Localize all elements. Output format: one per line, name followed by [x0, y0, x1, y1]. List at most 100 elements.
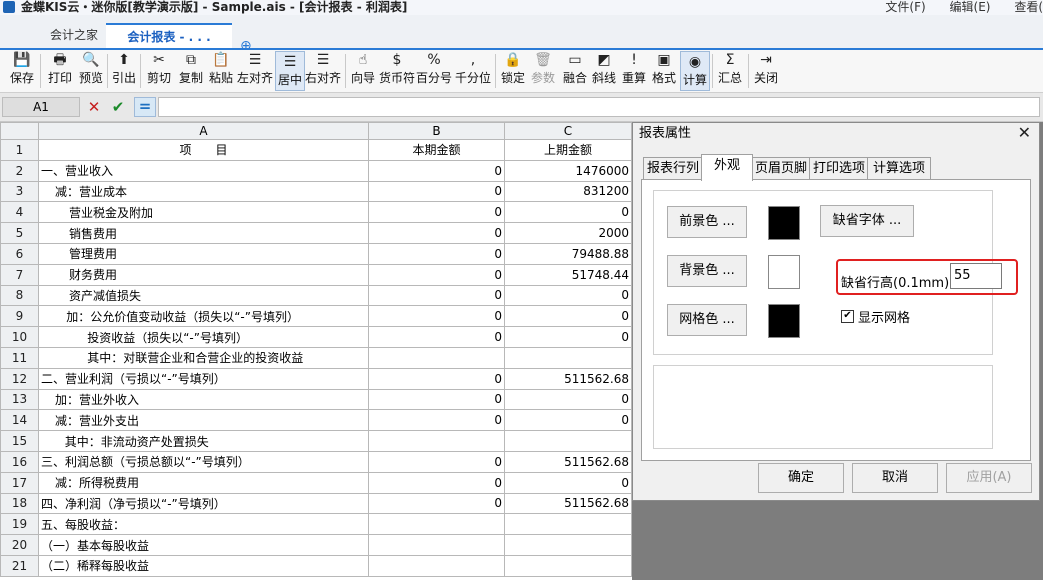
cell-item[interactable]: 资产减值损失	[38, 284, 369, 307]
cell-current-amount[interactable]	[368, 346, 505, 369]
toolbar-button[interactable]: 🔍 预览	[77, 50, 105, 90]
cell-item[interactable]: （二）稀释每股收益	[38, 554, 369, 577]
cell-previous-amount[interactable]	[504, 554, 632, 577]
cell-current-amount[interactable]: 0	[368, 201, 505, 224]
cell-current-header[interactable]: 本期金额	[368, 139, 505, 161]
row-header[interactable]: 9	[0, 305, 39, 328]
toolbar-button[interactable]: , 千分位	[452, 50, 494, 90]
cell-current-amount[interactable]: 0	[368, 159, 505, 182]
cell-item-header[interactable]: 项 目	[38, 139, 369, 161]
cell-current-amount[interactable]	[368, 554, 505, 577]
column-header-b[interactable]: B	[368, 122, 505, 140]
row-header[interactable]: 7	[0, 263, 39, 286]
cell-item[interactable]: 减：所得税费用	[38, 471, 369, 494]
cell-current-amount[interactable]: 0	[368, 471, 505, 494]
row-header[interactable]: 19	[0, 513, 39, 536]
cell-previous-amount[interactable]: 2000	[504, 222, 632, 244]
cell-current-amount[interactable]: 0	[368, 263, 505, 286]
tab-print-options[interactable]: 打印选项	[809, 157, 869, 180]
cell-previous-amount[interactable]	[504, 430, 632, 452]
cell-item[interactable]: 销售费用	[38, 222, 369, 244]
tab-accounting-home[interactable]: 会计之家	[38, 23, 110, 48]
row-header[interactable]: 8	[0, 284, 39, 307]
cell-current-amount[interactable]: 0	[368, 492, 505, 515]
cell-previous-amount[interactable]	[504, 534, 632, 556]
menu-view[interactable]: 查看(	[1014, 0, 1043, 14]
cell-item[interactable]: 投资收益（损失以“-”号填列）	[38, 326, 369, 348]
row-header[interactable]: 3	[0, 180, 39, 203]
cancel-button[interactable]: 取消	[852, 463, 938, 493]
toolbar-button[interactable]: 🗑 参数	[529, 50, 557, 90]
cell-current-amount[interactable]: 0	[368, 367, 505, 390]
cell-previous-amount[interactable]: 831200	[504, 180, 632, 203]
cell-previous-amount[interactable]: 0	[504, 284, 632, 307]
background-color-button[interactable]: 背景色 ...	[667, 255, 747, 287]
formula-equals-icon[interactable]: =	[134, 97, 156, 117]
cancel-edit-icon[interactable]: ✕	[84, 97, 104, 117]
toolbar-button[interactable]: 🔒 锁定	[499, 50, 527, 90]
cell-previous-amount[interactable]: 0	[504, 388, 632, 411]
cell-name-box[interactable]: A1	[2, 97, 80, 117]
cell-item[interactable]: 管理费用	[38, 242, 369, 265]
row-height-input[interactable]: 55	[950, 263, 1002, 289]
cell-current-amount[interactable]	[368, 534, 505, 556]
close-icon[interactable]: ✕	[1018, 124, 1031, 142]
confirm-edit-icon[interactable]: ✔	[108, 97, 128, 117]
cell-item[interactable]: 其中：非流动资产处置损失	[38, 430, 369, 452]
toolbar-button[interactable]: 💾 保存	[8, 50, 36, 90]
row-header[interactable]: 15	[0, 430, 39, 452]
toolbar-button[interactable]: ⧉ 复制	[177, 50, 205, 90]
cell-item[interactable]: 加：公允价值变动收益（损失以“-”号填列）	[38, 305, 369, 328]
menu-edit[interactable]: 编辑(E)	[950, 0, 991, 14]
cell-previous-amount[interactable]: 79488.88	[504, 242, 632, 265]
row-header[interactable]: 18	[0, 492, 39, 515]
background-color-swatch[interactable]	[768, 255, 800, 289]
tab-appearance[interactable]: 外观	[701, 154, 753, 181]
cell-current-amount[interactable]: 0	[368, 242, 505, 265]
cell-item[interactable]: 四、净利润（净亏损以“-”号填列）	[38, 492, 369, 515]
toolbar-button[interactable]: ☰ 右对齐	[304, 50, 342, 90]
cell-previous-amount[interactable]: 0	[504, 409, 632, 432]
cell-item[interactable]: 减：营业外支出	[38, 409, 369, 432]
cell-current-amount[interactable]	[368, 430, 505, 452]
column-header-c[interactable]: C	[504, 122, 632, 140]
cell-item[interactable]: 三、利润总额（亏损总额以“-”号填列）	[38, 450, 369, 473]
cell-previous-amount[interactable]	[504, 513, 632, 536]
toolbar-button[interactable]: $ 货币符	[378, 50, 416, 90]
cell-current-amount[interactable]: 0	[368, 222, 505, 244]
toolbar-button[interactable]: 🖶 打印	[46, 50, 74, 90]
row-header[interactable]: 12	[0, 367, 39, 390]
cell-item[interactable]: 加：营业外收入	[38, 388, 369, 411]
cell-current-amount[interactable]: 0	[368, 409, 505, 432]
toolbar-button[interactable]: ⬆ 引出	[110, 50, 138, 90]
row-header[interactable]: 16	[0, 450, 39, 473]
cell-previous-amount[interactable]: 0	[504, 201, 632, 224]
toolbar-button[interactable]: ⇥ 关闭	[752, 50, 780, 90]
toolbar-button[interactable]: ! 重算	[620, 50, 648, 90]
row-header[interactable]: 2	[0, 159, 39, 182]
show-grid-checkbox[interactable]: ✔	[841, 310, 854, 323]
cell-item[interactable]: 一、营业收入	[38, 159, 369, 182]
tab-accounting-report[interactable]: 会计报表 - . . .	[106, 23, 232, 48]
cell-current-amount[interactable]: 0	[368, 326, 505, 348]
cell-previous-amount[interactable]: 511562.68	[504, 367, 632, 390]
row-header[interactable]: 21	[0, 554, 39, 577]
cell-item[interactable]: 减：营业成本	[38, 180, 369, 203]
cell-item[interactable]: 财务费用	[38, 263, 369, 286]
grid-color-swatch[interactable]	[768, 304, 800, 338]
cell-previous-amount[interactable]: 0	[504, 326, 632, 348]
tab-header-footer[interactable]: 页眉页脚	[751, 157, 811, 180]
toolbar-button[interactable]: ☰ 左对齐	[236, 50, 274, 90]
cell-current-amount[interactable]: 0	[368, 450, 505, 473]
row-header[interactable]: 4	[0, 201, 39, 224]
row-header[interactable]: 11	[0, 346, 39, 369]
formula-input[interactable]	[158, 97, 1040, 117]
cell-previous-amount[interactable]: 1476000	[504, 159, 632, 182]
foreground-color-swatch[interactable]	[768, 206, 800, 240]
toolbar-button[interactable]: Σ 汇总	[716, 50, 744, 90]
row-header[interactable]: 13	[0, 388, 39, 411]
cell-previous-header[interactable]: 上期金额	[504, 139, 632, 161]
cell-item[interactable]: （一）基本每股收益	[38, 534, 369, 556]
cell-current-amount[interactable]: 0	[368, 284, 505, 307]
cell-previous-amount[interactable]: 511562.68	[504, 492, 632, 515]
